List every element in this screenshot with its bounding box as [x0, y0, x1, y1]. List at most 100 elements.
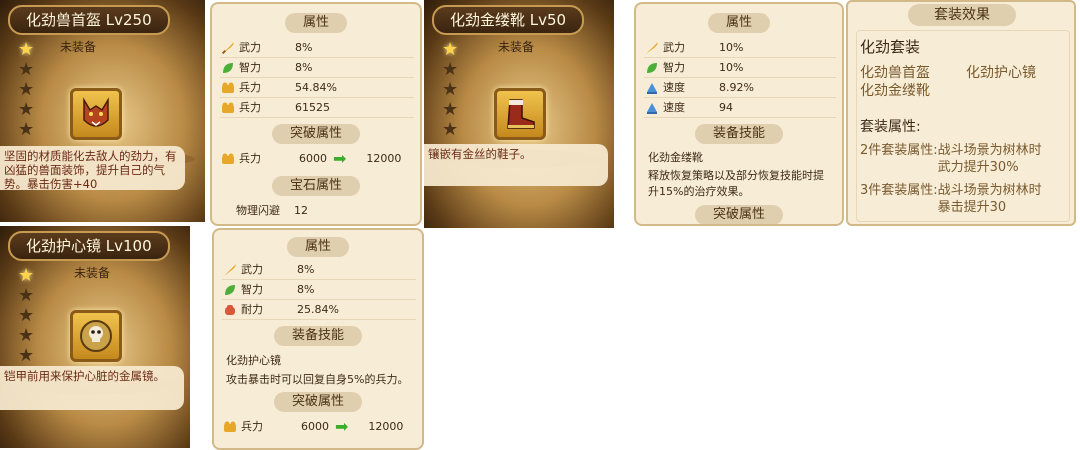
attr-section-header: 属性 — [707, 13, 771, 33]
stat-name: 武力 — [663, 41, 685, 54]
boot-stat-panel: 属性 武力 10% 智力 10% 速度 8.92% 速度 94 装备技能 化劲金… — [634, 2, 844, 226]
skull-mirror-icon[interactable] — [70, 310, 122, 362]
stat-name: 兵力 — [239, 152, 261, 165]
troop-icon — [220, 100, 236, 116]
set-effect-panel: 套装效果 化劲套装 化劲兽首盔 化劲护心镜 化劲金缕靴 套装属性: 2件套装属性… — [846, 0, 1076, 226]
stat-row: 智力 8% — [222, 281, 416, 300]
sword-icon — [644, 40, 660, 56]
gem-section-header: 宝石属性 — [271, 176, 361, 196]
sword-icon — [222, 262, 238, 278]
helmet-stat-panel: 属性 武力 8% 智力 8% 兵力 54.84% 兵力 61525 突破属性 兵… — [210, 2, 422, 226]
break-row: 兵力 6000 ➡ 12000 — [222, 418, 416, 436]
star-icon: ★ — [442, 39, 459, 60]
star-icon: ★ — [18, 119, 35, 140]
stat-row: 耐力 25.84% — [222, 301, 416, 320]
stat-name: 耐力 — [241, 303, 263, 316]
stat-value: 8% — [297, 263, 315, 276]
stat-name: 兵力 — [241, 420, 263, 433]
set-bonus-effect: 战斗场景为树林时暴击提升30 — [937, 183, 1042, 215]
troop-icon — [220, 80, 236, 96]
set-member: 化劲护心镜 — [966, 65, 1036, 81]
star-rating: ★ ★ ★ ★ ★ — [18, 266, 38, 366]
star-icon: ★ — [442, 99, 459, 120]
helmet-item-panel: 化劲兽首盔 Lv250 ★ ★ ★ ★ ★ 未装备 坚固的材质能化去敌人的劲力，… — [0, 0, 205, 222]
wolf-helmet-icon[interactable] — [70, 88, 122, 140]
stat-name: 智力 — [241, 283, 263, 296]
item-description: 坚固的材质能化去敌人的劲力，有凶猛的兽面装饰，提升自己的气势。暴击伤害+40 — [0, 146, 185, 191]
stat-name: 速度 — [663, 101, 685, 114]
star-icon: ★ — [18, 39, 35, 60]
skill-name: 化劲护心镜 — [226, 354, 281, 367]
stat-row: 兵力 61525 — [220, 99, 414, 118]
item-title: 化劲金缕靴 Lv50 — [432, 5, 585, 35]
set-name: 化劲套装 — [860, 38, 921, 56]
leaf-icon — [222, 282, 238, 298]
item-description: 镶嵌有金丝的鞋子。 — [424, 144, 608, 186]
skill-section-header: 装备技能 — [273, 326, 363, 346]
leaf-icon — [220, 60, 236, 76]
stat-row: 速度 8.92% — [644, 79, 836, 98]
leaf-icon — [644, 60, 660, 76]
mirror-item-panel: 化劲护心镜 Lv100 ★ ★ ★ ★ ★ 未装备 铠甲前用来保护心脏的金属镜。 — [0, 226, 190, 448]
stat-value: 25.84% — [297, 303, 339, 316]
stat-name: 武力 — [241, 263, 263, 276]
attr-section-header: 属性 — [284, 13, 348, 33]
stat-name: 物理闪避 — [236, 204, 280, 217]
stat-name: 兵力 — [239, 101, 261, 114]
stat-value: 8% — [295, 41, 313, 54]
set-bonus-effect: 战斗场景为树林时武力提升30% — [937, 143, 1042, 175]
item-title: 化劲兽首盔 Lv250 — [8, 5, 170, 35]
stat-row: 智力 10% — [644, 59, 836, 78]
stat-row: 兵力 54.84% — [220, 79, 414, 98]
boot-item-panel: 化劲金缕靴 Lv50 ★ ★ ★ ★ ★ 未装备 镶嵌有金丝的鞋子。 — [424, 0, 614, 228]
stat-row: 武力 8% — [222, 261, 416, 280]
boot-icon[interactable] — [494, 88, 546, 140]
arrow-right-icon: ➡ — [335, 417, 349, 436]
speed-icon — [644, 80, 660, 96]
stat-row: 武力 10% — [644, 39, 836, 58]
equip-status: 未装备 — [498, 40, 535, 54]
set-member: 化劲兽首盔 — [860, 65, 930, 81]
star-icon: ★ — [18, 59, 35, 80]
stat-value: 10% — [719, 61, 744, 74]
star-icon: ★ — [18, 79, 35, 100]
stat-value-to: 12000 — [368, 420, 404, 433]
star-icon: ★ — [442, 59, 459, 80]
arrow-right-icon: ➡ — [333, 149, 347, 168]
stat-value: 8.92% — [719, 81, 754, 94]
star-rating: ★ ★ ★ ★ ★ — [442, 40, 462, 140]
stat-value: 8% — [295, 61, 313, 74]
set-bonus-requirement: 2件套装属性: — [860, 143, 938, 158]
stat-value: 10% — [719, 41, 744, 54]
speed-icon — [644, 100, 660, 116]
stat-name: 速度 — [663, 81, 685, 94]
stat-name: 兵力 — [239, 81, 261, 94]
mirror-stat-panel: 属性 武力 8% 智力 8% 耐力 25.84% 装备技能 化劲护心镜 攻击暴击… — [212, 228, 424, 450]
break-section-header: 突破属性 — [271, 124, 361, 144]
skill-description: 攻击暴击时可以回复自身5%的兵力。 — [226, 373, 409, 386]
stat-value: 94 — [719, 101, 733, 114]
skill-description: 释放恢复策略以及部分恢复技能时提升15%的治疗效果。 — [648, 169, 824, 198]
stat-name: 智力 — [663, 61, 685, 74]
fist-icon — [222, 302, 238, 318]
stat-row: 武力 8% — [220, 39, 414, 58]
stat-row: 速度 94 — [644, 99, 836, 118]
break-section-header: 突破属性 — [694, 205, 784, 224]
star-icon: ★ — [442, 119, 459, 140]
skill-name: 化劲金缕靴 — [648, 151, 703, 164]
gem-row: 物理闪避 12 — [236, 202, 414, 220]
star-icon: ★ — [18, 265, 35, 286]
sword-icon — [220, 40, 236, 56]
troop-icon — [220, 151, 236, 167]
set-member: 化劲金缕靴 — [860, 83, 930, 99]
attr-section-header: 属性 — [286, 237, 350, 257]
stat-value: 12 — [294, 204, 308, 217]
item-description: 铠甲前用来保护心脏的金属镜。 — [0, 366, 184, 410]
stat-value-from: 6000 — [301, 420, 329, 433]
star-icon: ★ — [18, 345, 35, 366]
stat-row: 智力 8% — [220, 59, 414, 78]
skill-section-header: 装备技能 — [694, 124, 784, 144]
stat-value: 8% — [297, 283, 315, 296]
star-icon: ★ — [18, 325, 35, 346]
star-icon: ★ — [18, 305, 35, 326]
